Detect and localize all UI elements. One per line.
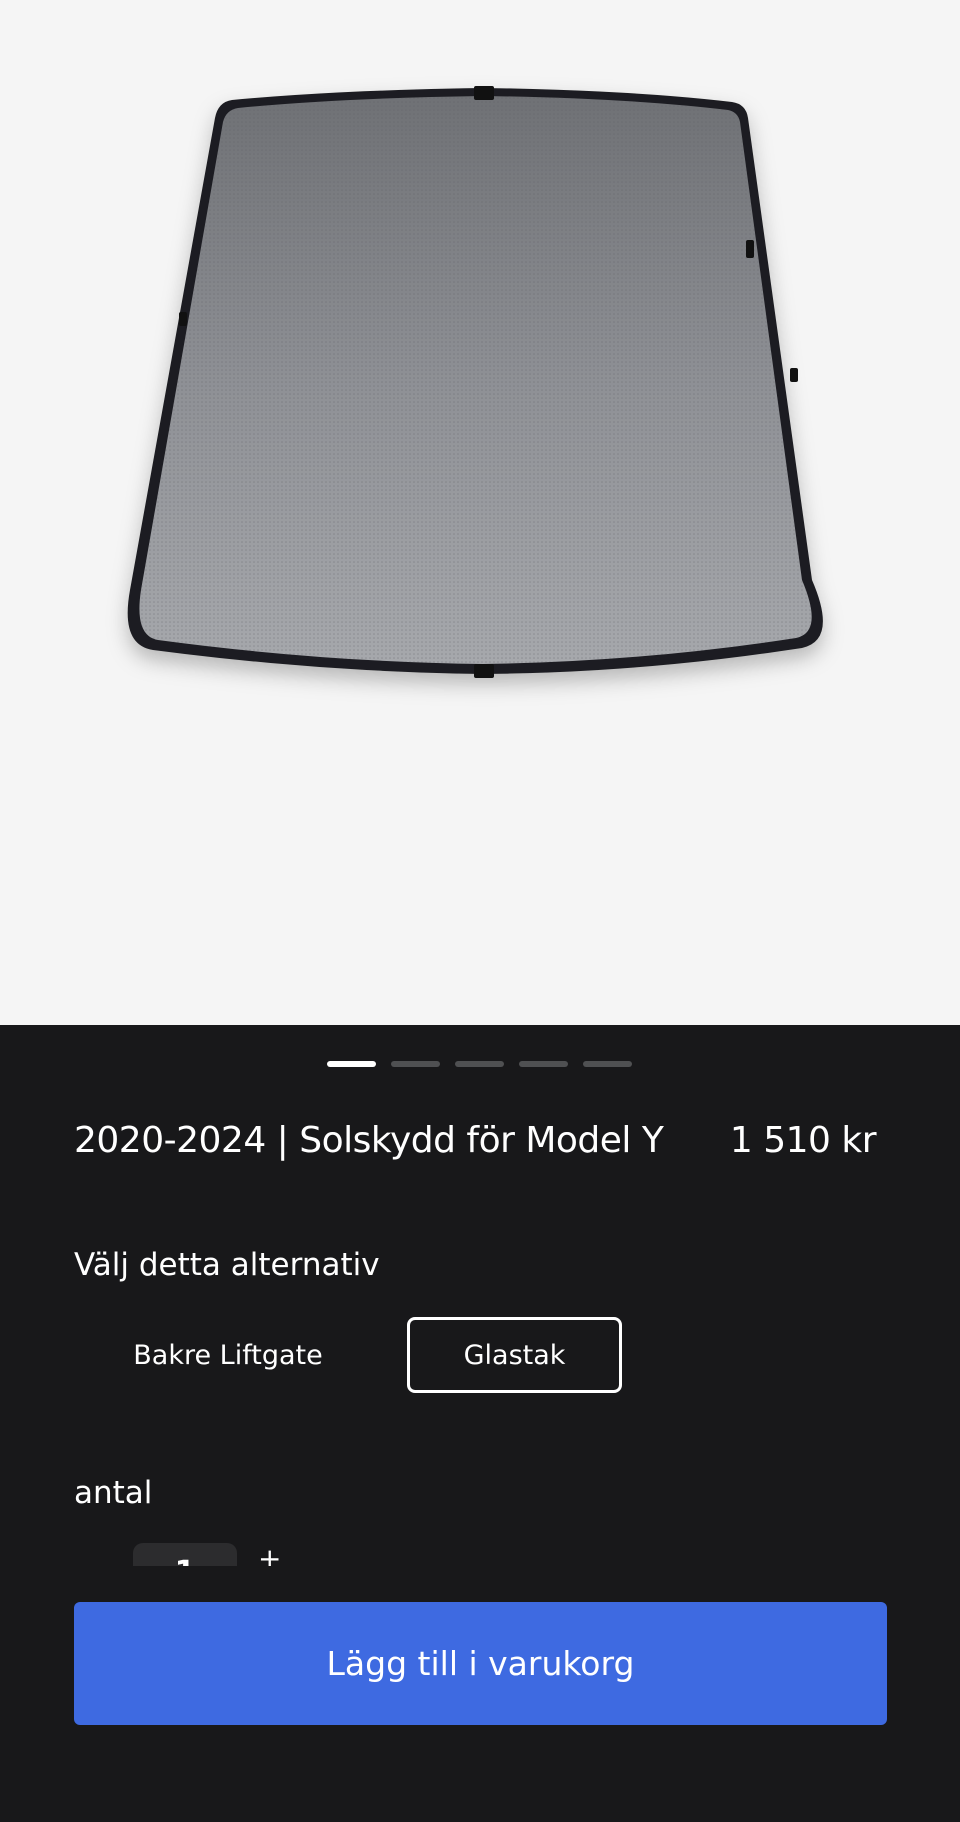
carousel-dot[interactable] bbox=[583, 1061, 632, 1067]
option-label: Bakre Liftgate bbox=[133, 1339, 323, 1371]
quantity-value[interactable]: 1 bbox=[133, 1543, 237, 1566]
product-image[interactable] bbox=[0, 0, 960, 1025]
option-heading: Välj detta alternativ bbox=[74, 1247, 380, 1283]
option-glastak-selected[interactable]: Glastak bbox=[407, 1317, 622, 1393]
quantity-heading: antal bbox=[74, 1475, 153, 1511]
quantity-stepper: 1 + bbox=[0, 1530, 960, 1566]
sunshade-image bbox=[127, 86, 823, 678]
option-bakre-liftgate[interactable]: Bakre Liftgate bbox=[98, 1317, 358, 1393]
carousel-dot[interactable] bbox=[327, 1061, 376, 1067]
plus-icon[interactable]: + bbox=[258, 1544, 281, 1567]
product-price: 1 510 kr bbox=[729, 1120, 877, 1161]
carousel-dots bbox=[327, 1061, 632, 1067]
product-title: 2020-2024 | Solskydd för Model Y bbox=[74, 1120, 664, 1161]
carousel-dot[interactable] bbox=[391, 1061, 440, 1067]
option-label: Glastak bbox=[463, 1339, 566, 1371]
carousel-dot[interactable] bbox=[519, 1061, 568, 1067]
carousel-dot[interactable] bbox=[455, 1061, 504, 1067]
add-to-cart-button[interactable]: Lägg till i varukorg bbox=[74, 1602, 887, 1725]
add-to-cart-label: Lägg till i varukorg bbox=[326, 1644, 635, 1683]
